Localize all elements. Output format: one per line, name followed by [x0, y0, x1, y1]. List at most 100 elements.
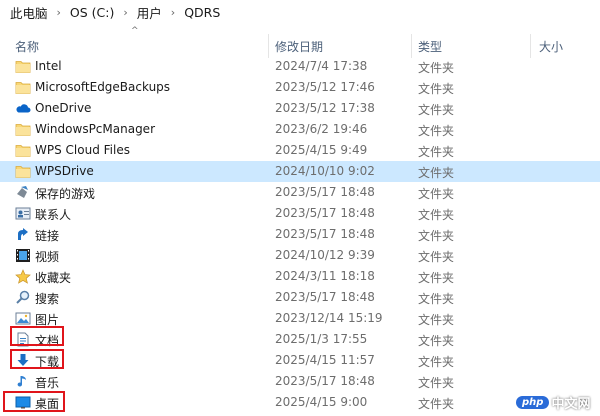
sort-ascending-icon: ^ — [131, 26, 139, 36]
music-icon — [15, 374, 31, 389]
file-row[interactable]: Intel 2024/7/4 17:38 文件夹 — [0, 56, 600, 77]
file-type: 文件夹 — [418, 355, 455, 369]
file-name: 音乐 — [35, 376, 60, 390]
file-row[interactable]: 下载 2025/4/15 11:57 文件夹 — [0, 350, 600, 371]
file-type: 文件夹 — [418, 103, 455, 117]
file-type: 文件夹 — [418, 313, 455, 327]
breadcrumb-os-drive[interactable]: OS (C:) — [70, 5, 114, 20]
file-modified-date: 2024/7/4 17:38 — [275, 59, 368, 73]
file-modified-date: 2025/4/15 9:00 — [275, 395, 368, 409]
file-modified-date: 2024/3/11 18:18 — [275, 269, 375, 283]
file-type: 文件夹 — [418, 145, 455, 159]
file-name: Intel — [35, 59, 62, 73]
red-highlight-box — [3, 391, 65, 412]
file-modified-date: 2025/1/3 17:55 — [275, 332, 368, 346]
saved-games-icon — [15, 185, 31, 200]
file-type: 文件夹 — [418, 208, 455, 222]
file-name: 视频 — [35, 250, 60, 264]
breadcrumb: 此电脑 › OS (C:) › 用户 › QDRS — [0, 0, 600, 24]
file-type: 文件夹 — [418, 334, 455, 348]
links-icon — [15, 227, 31, 242]
file-type: 文件夹 — [418, 166, 455, 180]
file-modified-date: 2023/5/17 18:48 — [275, 374, 375, 388]
file-type: 文件夹 — [418, 229, 455, 243]
file-row[interactable]: 音乐 2023/5/17 18:48 文件夹 — [0, 371, 600, 392]
file-row[interactable]: 搜索 2023/5/17 18:48 文件夹 — [0, 287, 600, 308]
column-header-name[interactable]: 名称 — [15, 38, 39, 55]
file-type: 文件夹 — [418, 397, 455, 411]
file-modified-date: 2024/10/12 9:39 — [275, 248, 375, 262]
folder-icon — [15, 122, 31, 137]
file-row[interactable]: WPSDrive 2024/10/10 9:02 文件夹 — [0, 161, 600, 182]
file-row[interactable]: 保存的游戏 2023/5/17 18:48 文件夹 — [0, 182, 600, 203]
file-type: 文件夹 — [418, 61, 455, 75]
column-header-type[interactable]: 类型 — [418, 38, 442, 55]
file-modified-date: 2025/4/15 9:49 — [275, 143, 368, 157]
watermark-logo: php — [516, 395, 550, 409]
chevron-right-icon[interactable]: › — [123, 6, 127, 19]
column-divider[interactable] — [411, 34, 412, 58]
file-modified-date: 2024/10/10 9:02 — [275, 164, 375, 178]
file-modified-date: 2023/5/17 18:48 — [275, 185, 375, 199]
file-row[interactable]: 视频 2024/10/12 9:39 文件夹 — [0, 245, 600, 266]
file-row[interactable]: WPS Cloud Files 2025/4/15 9:49 文件夹 — [0, 140, 600, 161]
file-type: 文件夹 — [418, 376, 455, 390]
file-type: 文件夹 — [418, 187, 455, 201]
file-row[interactable]: WindowsPcManager 2023/6/2 19:46 文件夹 — [0, 119, 600, 140]
red-highlight-box — [10, 326, 64, 346]
file-modified-date: 2023/6/2 19:46 — [275, 122, 368, 136]
favorites-icon — [15, 269, 31, 284]
folder-icon — [15, 143, 31, 158]
file-row[interactable]: 文档 2025/1/3 17:55 文件夹 — [0, 329, 600, 350]
chevron-right-icon[interactable]: › — [57, 6, 61, 19]
file-name: MicrosoftEdgeBackups — [35, 80, 171, 94]
file-name: WPS Cloud Files — [35, 143, 130, 157]
searches-icon — [15, 290, 31, 305]
file-name: 链接 — [35, 229, 60, 243]
file-name: 保存的游戏 — [35, 187, 96, 201]
file-row[interactable]: 联系人 2023/5/17 18:48 文件夹 — [0, 203, 600, 224]
breadcrumb-this-pc[interactable]: 此电脑 — [10, 3, 48, 22]
file-name: WindowsPcManager — [35, 122, 155, 136]
folder-icon — [15, 164, 31, 179]
column-header-size[interactable]: 大小 — [539, 38, 563, 55]
file-name: 联系人 — [35, 208, 72, 222]
file-modified-date: 2023/5/17 18:48 — [275, 227, 375, 241]
file-row[interactable]: OneDrive 2023/5/12 17:38 文件夹 — [0, 98, 600, 119]
column-header-date[interactable]: 修改日期 — [275, 38, 323, 55]
folder-icon — [15, 59, 31, 74]
column-divider[interactable] — [268, 34, 269, 58]
breadcrumb-users[interactable]: 用户 — [137, 3, 162, 22]
file-row[interactable]: 图片 2023/12/14 15:19 文件夹 — [0, 308, 600, 329]
file-modified-date: 2025/4/15 11:57 — [275, 353, 375, 367]
file-type: 文件夹 — [418, 271, 455, 285]
file-modified-date: 2023/5/17 18:48 — [275, 206, 375, 220]
file-type: 文件夹 — [418, 124, 455, 138]
file-name: 收藏夹 — [35, 271, 72, 285]
file-name: 搜索 — [35, 292, 60, 306]
file-modified-date: 2023/12/14 15:19 — [275, 311, 383, 325]
watermark: php 中文网 — [516, 392, 596, 412]
contacts-icon — [15, 206, 31, 221]
chevron-right-icon[interactable]: › — [171, 6, 175, 19]
file-name: WPSDrive — [35, 164, 94, 178]
file-modified-date: 2023/5/17 18:48 — [275, 290, 375, 304]
file-row[interactable]: 收藏夹 2024/3/11 18:18 文件夹 — [0, 266, 600, 287]
red-highlight-box — [10, 349, 64, 369]
file-name: OneDrive — [35, 101, 92, 115]
file-row[interactable]: 链接 2023/5/17 18:48 文件夹 — [0, 224, 600, 245]
column-divider[interactable] — [530, 34, 531, 58]
file-type: 文件夹 — [418, 82, 455, 96]
watermark-text: 中文网 — [551, 396, 591, 412]
pictures-icon — [15, 311, 31, 326]
file-row[interactable]: 桌面 2025/4/15 9:00 文件夹 — [0, 392, 600, 413]
file-type: 文件夹 — [418, 250, 455, 264]
videos-icon — [15, 248, 31, 263]
file-type: 文件夹 — [418, 292, 455, 306]
breadcrumb-qdrs[interactable]: QDRS — [184, 5, 220, 20]
file-modified-date: 2023/5/12 17:38 — [275, 101, 375, 115]
folder-icon — [15, 80, 31, 95]
file-row[interactable]: MicrosoftEdgeBackups 2023/5/12 17:46 文件夹 — [0, 77, 600, 98]
onedrive-icon — [15, 101, 31, 116]
column-header-bar: ^ 名称 修改日期 类型 大小 — [0, 26, 600, 58]
